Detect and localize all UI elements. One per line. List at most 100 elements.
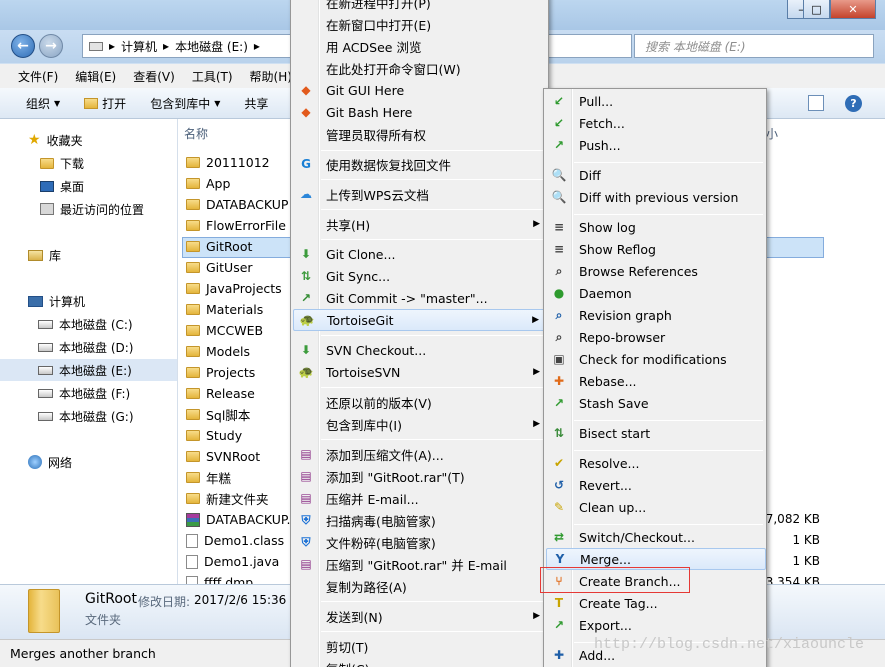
sub-item-pull[interactable]: ↙ Pull... <box>546 90 766 112</box>
ctx-item-复制-c[interactable]: 复制(C) <box>293 657 548 667</box>
ctx-item-上传到wps云文档[interactable]: ☁ 上传到WPS云文档 <box>293 183 548 205</box>
sub-item-browse-references[interactable]: ⌕ Browse References <box>546 260 766 282</box>
close-button[interactable]: ✕ <box>830 0 876 19</box>
sub-item-repo-browser[interactable]: ⌕ Repo-browser <box>546 326 766 348</box>
ctx-item-git-clone[interactable]: ⬇ Git Clone... <box>293 243 548 265</box>
sub-item-stash-save[interactable]: ↗ Stash Save <box>546 392 766 414</box>
menu-tools[interactable]: 工具(T) <box>192 68 233 85</box>
file-row[interactable]: Materials <box>186 299 263 320</box>
file-row[interactable]: Demo1.class <box>186 530 284 551</box>
sub-item-revert[interactable]: ↺ Revert... <box>546 474 766 496</box>
sub-item-daemon[interactable]: ● Daemon <box>546 282 766 304</box>
ctx-item-扫描病毒-电脑管家[interactable]: ⛨ 扫描病毒(电脑管家) <box>293 509 548 531</box>
nav-recent[interactable]: 最近访问的位置 <box>40 198 144 220</box>
ctx-item-压缩并-e-mail[interactable]: ▤ 压缩并 E-mail... <box>293 487 548 509</box>
file-row[interactable]: Models <box>186 341 250 362</box>
nav-computer[interactable]: 计算机 <box>28 290 85 312</box>
ctx-item-git-commit-master[interactable]: ↗ Git Commit -> "master"... <box>293 287 548 309</box>
nav-network[interactable]: 网络 <box>28 451 72 473</box>
sub-item-fetch[interactable]: ↙ Fetch... <box>546 112 766 134</box>
sub-item-check-for-modifications[interactable]: ▣ Check for modifications <box>546 348 766 370</box>
sub-item-clean-up[interactable]: ✎ Clean up... <box>546 496 766 518</box>
nav-drive-e[interactable]: 本地磁盘 (E:) <box>0 359 177 381</box>
ctx-item-在新进程中打开-p[interactable]: 在新进程中打开(P) <box>293 0 548 13</box>
file-row[interactable]: Study <box>186 425 242 446</box>
ctx-item-添加到压缩文件-a[interactable]: ▤ 添加到压缩文件(A)... <box>293 443 548 465</box>
organize-button[interactable]: 组织 ▼ <box>0 95 72 112</box>
file-row[interactable]: GitUser <box>186 257 253 278</box>
file-row[interactable]: 新建文件夹 <box>186 488 269 509</box>
file-row[interactable]: MCCWEB <box>186 320 263 341</box>
ctx-item-tortoisegit[interactable]: 🐢 TortoiseGit ▶ <box>293 309 548 331</box>
file-row[interactable]: JavaProjects <box>186 278 282 299</box>
breadcrumb-computer[interactable]: 计算机 <box>121 38 157 55</box>
file-row[interactable]: Demo1.java <box>186 551 279 572</box>
preview-pane-icon[interactable] <box>808 95 824 111</box>
ctx-item-剪切-t[interactable]: 剪切(T) <box>293 635 548 657</box>
ctx-item-tortoisesvn[interactable]: 🐢 TortoiseSVN ▶ <box>293 361 548 383</box>
nav-downloads[interactable]: 下载 <box>40 152 84 174</box>
ctx-item-还原以前的版本-v[interactable]: 还原以前的版本(V) <box>293 391 548 413</box>
column-header-size[interactable]: 小 <box>766 125 778 142</box>
open-button[interactable]: 打开 <box>72 95 138 112</box>
file-row[interactable]: Release <box>186 383 255 404</box>
ctx-item-共享-h[interactable]: 共享(H) ▶ <box>293 213 548 235</box>
share-button[interactable]: 共享 <box>232 95 280 112</box>
include-library-button[interactable]: 包含到库中 ▼ <box>138 95 232 112</box>
sub-item-show-log[interactable]: ≡ Show log <box>546 216 766 238</box>
ctx-item-使用数据恢复找回文件[interactable]: G 使用数据恢复找回文件 <box>293 153 548 175</box>
breadcrumb-drive-e[interactable]: 本地磁盘 (E:) <box>175 38 248 55</box>
sub-item-export[interactable]: ↗ Export... <box>546 614 766 636</box>
nav-favorites[interactable]: ★ 收藏夹 <box>28 129 83 151</box>
nav-drive-f[interactable]: 本地磁盘 (F:) <box>38 382 130 404</box>
nav-libraries[interactable]: 库 <box>28 244 61 266</box>
file-row[interactable]: 20111012 <box>186 152 270 173</box>
menu-edit[interactable]: 编辑(E) <box>75 68 116 85</box>
back-arrow-icon[interactable]: ← <box>11 34 35 58</box>
ctx-item-复制为路径-a[interactable]: 复制为路径(A) <box>293 575 548 597</box>
ctx-item-git-bash-here[interactable]: ◆ Git Bash Here <box>293 101 548 123</box>
sub-item-create-tag[interactable]: T Create Tag... <box>546 592 766 614</box>
sub-item-show-reflog[interactable]: ≡ Show Reflog <box>546 238 766 260</box>
file-row[interactable]: GitRoot <box>186 236 252 257</box>
file-row[interactable]: App <box>186 173 230 194</box>
nav-drive-d[interactable]: 本地磁盘 (D:) <box>38 336 133 358</box>
sub-item-bisect-start[interactable]: ⇅ Bisect start <box>546 422 766 444</box>
ctx-item-包含到库中-i[interactable]: 包含到库中(I) ▶ <box>293 413 548 435</box>
ctx-item-管理员取得所有权[interactable]: 管理员取得所有权 <box>293 123 548 145</box>
maximize-button[interactable]: □ <box>803 0 830 19</box>
forward-arrow-icon[interactable]: → <box>39 34 63 58</box>
nav-drive-c[interactable]: 本地磁盘 (C:) <box>38 313 133 335</box>
sub-item-push[interactable]: ↗ Push... <box>546 134 766 156</box>
menu-file[interactable]: 文件(F) <box>18 68 58 85</box>
ctx-item-文件粉碎-电脑管家[interactable]: ⛨ 文件粉碎(电脑管家) <box>293 531 548 553</box>
ctx-item-git-sync[interactable]: ⇅ Git Sync... <box>293 265 548 287</box>
file-row[interactable]: DATABACKUP <box>186 194 288 215</box>
menu-view[interactable]: 查看(V) <box>133 68 175 85</box>
ctx-item-git-gui-here[interactable]: ◆ Git GUI Here <box>293 79 548 101</box>
ctx-item-svn-checkout[interactable]: ⬇ SVN Checkout... <box>293 339 548 361</box>
file-row[interactable]: Projects <box>186 362 255 383</box>
sub-item-diff[interactable]: 🔍 Diff <box>546 164 766 186</box>
sub-item-rebase[interactable]: ✚ Rebase... <box>546 370 766 392</box>
file-row[interactable]: Sql脚本 <box>186 404 250 425</box>
nav-desktop[interactable]: 桌面 <box>40 175 84 197</box>
ctx-item-在新窗口中打开-e[interactable]: 在新窗口中打开(E) <box>293 13 548 35</box>
ctx-item-在此处打开命令窗口-w[interactable]: 在此处打开命令窗口(W) <box>293 57 548 79</box>
ctx-item-添加到-gitroot-rar-t[interactable]: ▤ 添加到 "GitRoot.rar"(T) <box>293 465 548 487</box>
ctx-item-发送到-n[interactable]: 发送到(N) ▶ <box>293 605 548 627</box>
file-row[interactable]: FlowErrorFile <box>186 215 286 236</box>
column-header-name[interactable]: 名称 <box>184 125 208 142</box>
ctx-item-压缩到-gitroot-rar-并-e-mail[interactable]: ▤ 压缩到 "GitRoot.rar" 并 E-mail <box>293 553 548 575</box>
file-row[interactable]: SVNRoot <box>186 446 260 467</box>
file-row[interactable]: 年糕 <box>186 467 231 488</box>
menu-help[interactable]: 帮助(H) <box>250 68 292 85</box>
sub-item-revision-graph[interactable]: ⌕ Revision graph <box>546 304 766 326</box>
nav-drive-g[interactable]: 本地磁盘 (G:) <box>38 405 134 427</box>
search-input[interactable]: 搜索 本地磁盘 (E:) <box>634 34 874 58</box>
ctx-item-用-acdsee-浏览[interactable]: 用 ACDSee 浏览 <box>293 35 548 57</box>
help-icon[interactable]: ? <box>845 95 862 112</box>
file-row[interactable]: DATABACKUP... <box>186 509 298 530</box>
sub-item-diff-with-previous-version[interactable]: 🔍 Diff with previous version <box>546 186 766 208</box>
sub-item-resolve[interactable]: ✔ Resolve... <box>546 452 766 474</box>
